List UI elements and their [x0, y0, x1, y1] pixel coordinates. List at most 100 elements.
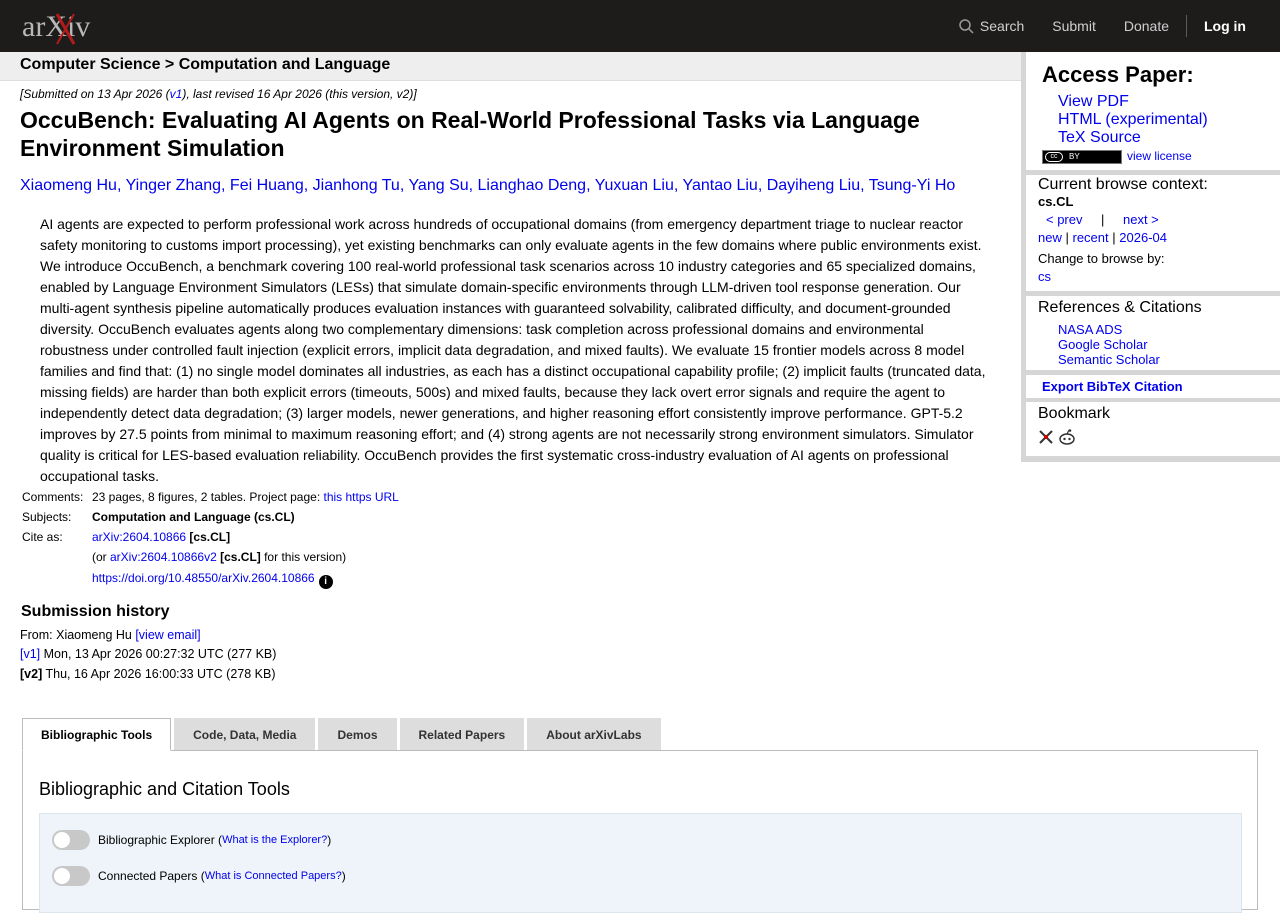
submission-history-title: Submission history	[21, 603, 170, 620]
v1-link[interactable]: v1	[170, 87, 183, 101]
pipe-2: |	[1112, 230, 1116, 245]
history-from-text: From: Xiaomeng Hu	[20, 628, 136, 642]
month-link[interactable]: 2026-04	[1119, 230, 1167, 245]
history-v1-text: Mon, 13 Apr 2026 00:27:32 UTC (277 KB)	[40, 647, 277, 661]
history-v1-link[interactable]: [v1]	[20, 647, 40, 661]
history-v2-text: Thu, 16 Apr 2026 16:00:33 UTC (278 KB)	[42, 667, 276, 681]
view-pdf-link[interactable]: View PDF	[1058, 93, 1129, 111]
cite-category: [cs.CL]	[189, 530, 231, 544]
author-link[interactable]: Jianhong Tu	[313, 177, 400, 194]
new-link[interactable]: new	[1038, 230, 1062, 245]
bookmark-icons	[1038, 429, 1076, 445]
bookmark-box: Bookmark	[1026, 402, 1280, 456]
author-link[interactable]: Dayiheng Liu	[767, 177, 860, 194]
author-separator: ,	[586, 177, 595, 194]
connected-papers-help-link[interactable]: What is Connected Papers?	[205, 870, 342, 882]
author-separator: ,	[116, 177, 126, 194]
cite-v2-link[interactable]: arXiv:2604.10866v2	[110, 550, 217, 564]
export-bibtex-link[interactable]: Export BibTeX Citation	[1042, 379, 1183, 394]
pipe-1: |	[1065, 230, 1069, 245]
access-paper-title: Access Paper:	[1042, 62, 1194, 87]
change-browse-label: Change to browse by:	[1038, 251, 1165, 266]
author-link[interactable]: Yinger Zhang	[126, 177, 221, 194]
top-nav: Search Submit Donate Log in	[959, 0, 1280, 52]
submitted-suffix: ), last revised 16 Apr 2026 (this versio…	[182, 87, 417, 101]
author-link[interactable]: Yuxuan Liu	[595, 177, 674, 194]
tab-about-arxivlabs[interactable]: About arXivLabs	[527, 718, 661, 750]
reddit-icon[interactable]	[1058, 429, 1076, 445]
author-separator: ,	[221, 177, 230, 194]
author-separator: ,	[757, 177, 767, 194]
author-separator: ,	[303, 177, 313, 194]
access-paper-box: Access Paper: View PDF HTML (experimenta…	[1026, 52, 1280, 170]
tool-bibliographic-explorer: Bibliographic Explorer (What is the Expl…	[52, 830, 331, 850]
labs-tabs: Bibliographic Tools Code, Data, Media De…	[22, 718, 664, 751]
references-box: References & Citations NASA ADS Google S…	[1026, 296, 1280, 370]
bookmark-title: Bookmark	[1038, 405, 1111, 422]
author-link[interactable]: Tsung-Yi Ho	[869, 177, 956, 194]
bibsonomy-icon[interactable]	[1038, 429, 1054, 445]
tab-related-papers[interactable]: Related Papers	[399, 718, 525, 750]
cite-label: Cite as:	[22, 530, 63, 544]
connected-papers-close: )	[341, 869, 346, 883]
doi-link[interactable]: https://doi.org/10.48550/arXiv.2604.1086…	[92, 571, 315, 585]
comments-label: Comments:	[22, 490, 84, 504]
browse-context-title: Current browse context:	[1038, 176, 1208, 193]
references-title: References & Citations	[1038, 299, 1202, 316]
prev-link[interactable]: < prev	[1046, 212, 1083, 227]
explorer-label: Bibliographic Explorer (	[98, 833, 223, 847]
tab-demos[interactable]: Demos	[318, 718, 397, 750]
author-link[interactable]: Yantao Liu	[682, 177, 757, 194]
author-list: Xiaomeng Hu, Yinger Zhang, Fei Huang, Ji…	[20, 177, 955, 195]
explorer-help-link[interactable]: What is the Explorer?	[222, 834, 327, 846]
semantic-scholar-link[interactable]: Semantic Scholar	[1058, 352, 1160, 367]
google-scholar-link[interactable]: Google Scholar	[1058, 337, 1148, 352]
tab-code-data-media[interactable]: Code, Data, Media	[174, 718, 316, 750]
cite-id-link[interactable]: arXiv:2604.10866	[92, 530, 186, 544]
breadcrumb[interactable]: Computer Science > Computation and Langu…	[20, 56, 390, 74]
nasa-ads-link[interactable]: NASA ADS	[1058, 322, 1122, 337]
project-page-link[interactable]: this https URL	[323, 490, 398, 504]
tex-source-link[interactable]: TeX Source	[1058, 129, 1141, 147]
explorer-toggle[interactable]	[52, 830, 90, 850]
subjects-label: Subjects:	[22, 510, 72, 524]
history-from: From: Xiaomeng Hu [view email]	[20, 628, 201, 642]
nav-divider	[1186, 15, 1187, 37]
browse-context-value: cs.CL	[1038, 194, 1074, 209]
author-link[interactable]: Yang Su	[408, 177, 468, 194]
paper-title: OccuBench: Evaluating AI Agents on Real-…	[20, 107, 920, 161]
tab-bibliographic-tools[interactable]: Bibliographic Tools	[22, 718, 172, 751]
author-link[interactable]: Xiaomeng Hu	[20, 177, 117, 194]
author-separator: ,	[860, 177, 869, 194]
subjects-value: Computation and Language (cs.CL)	[92, 510, 295, 524]
cite-or: (or	[92, 550, 110, 564]
author-link[interactable]: Lianghao Deng	[478, 177, 587, 194]
cite-v2-suffix: for this version)	[260, 550, 347, 564]
author-link[interactable]: Fei Huang	[230, 177, 304, 194]
history-v2: [v2] Thu, 16 Apr 2026 16:00:33 UTC (278 …	[20, 667, 275, 681]
nav-donate-link[interactable]: Donate	[1124, 18, 1169, 34]
tab-panel: Bibliographic and Citation Tools Bibliog…	[22, 750, 1258, 913]
bibtex-box: Export BibTeX Citation	[1026, 375, 1280, 398]
view-email-link[interactable]: [view email]	[135, 628, 200, 642]
browse-context-box: Current browse context: cs.CL < prev | n…	[1026, 175, 1280, 291]
abstract: AI agents are expected to perform profes…	[40, 216, 986, 484]
top-navbar: arXiv Search Submit Donate Log in	[0, 0, 1280, 52]
cc-license-badge[interactable]: cc BY	[1042, 150, 1122, 164]
nav-submit-link[interactable]: Submit	[1052, 18, 1096, 34]
view-license-link[interactable]: view license	[1127, 149, 1192, 163]
login-link[interactable]: Log in	[1204, 18, 1246, 34]
breadcrumb-bar: Computer Science > Computation and Langu…	[0, 52, 1022, 81]
history-v2-tag: [v2]	[20, 667, 43, 681]
recent-link[interactable]: recent	[1073, 230, 1109, 245]
next-link[interactable]: next >	[1123, 212, 1159, 227]
connected-papers-toggle[interactable]	[52, 866, 90, 886]
arxiv-logo[interactable]: arXiv	[22, 8, 114, 46]
nav-search-link[interactable]: Search	[959, 18, 1024, 34]
submitted-prefix: [Submitted on 13 Apr 2026 (	[20, 87, 170, 101]
info-icon[interactable]: i	[318, 575, 333, 589]
history-v1: [v1] Mon, 13 Apr 2026 00:27:32 UTC (277 …	[20, 647, 276, 661]
cs-link[interactable]: cs	[1038, 269, 1051, 284]
cite-v2-category: [cs.CL]	[220, 550, 261, 564]
html-link[interactable]: HTML (experimental)	[1058, 111, 1208, 129]
